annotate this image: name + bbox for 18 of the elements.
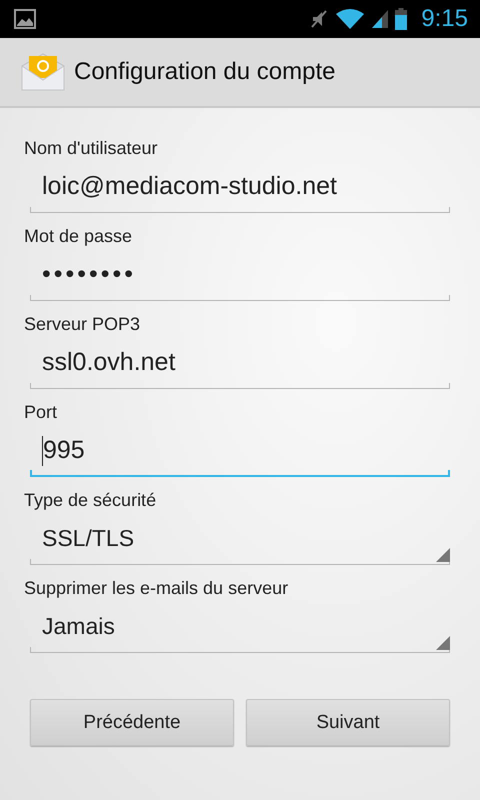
field-label: Supprimer les e-mails du serveur — [24, 577, 290, 600]
clock-time: 9:15 — [421, 5, 468, 33]
envelope-icon — [20, 52, 66, 92]
field-label: Mot de passe — [24, 225, 134, 248]
caret-icon — [436, 636, 450, 650]
field-label: Type de sécurité — [24, 489, 158, 512]
mute-icon — [309, 9, 330, 29]
back-button[interactable]: Précédente — [30, 699, 234, 746]
screen-title: Configuration du compte — [74, 58, 336, 86]
field-label: Serveur POP3 — [24, 313, 142, 336]
caret-icon — [436, 548, 450, 562]
field-label: Nom d'utilisateur — [24, 137, 158, 160]
battery-icon — [395, 8, 408, 30]
picture-notification-icon — [14, 9, 36, 29]
wifi-icon — [335, 9, 366, 29]
next-button[interactable]: Suivant — [246, 699, 450, 746]
field-label: Port — [24, 401, 58, 424]
signal-icon — [371, 9, 390, 29]
